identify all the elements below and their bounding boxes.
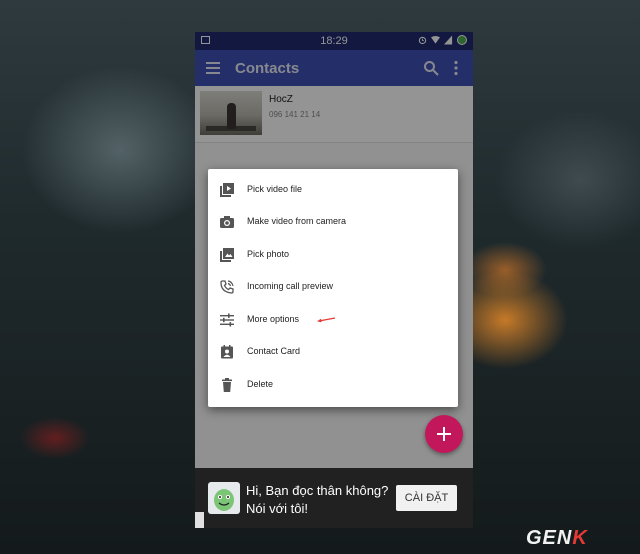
menu-item-pick-photo[interactable]: Pick photo: [208, 239, 458, 271]
menu-item-incoming-call-preview[interactable]: Incoming call preview: [208, 271, 458, 303]
camera-icon: [220, 216, 234, 228]
add-icon-stroke: [443, 427, 445, 441]
context-menu: Pick video file Make video from camera P…: [208, 169, 458, 407]
menu-item-make-video-from-camera[interactable]: Make video from camera: [208, 206, 458, 238]
watermark-accent: K: [572, 527, 588, 549]
add-fab-button[interactable]: [425, 415, 463, 453]
menu-item-contact-card[interactable]: Contact Card: [208, 336, 458, 368]
phone-call-icon: [220, 280, 234, 294]
ad-text: Hi, Bạn đọc thân không? Nói với tôi!: [246, 483, 389, 516]
watermark-main: GEN: [526, 527, 573, 549]
menu-item-label: Incoming call preview: [247, 281, 334, 291]
menu-item-pick-video-file[interactable]: Pick video file: [208, 174, 458, 206]
menu-item-label: Pick photo: [247, 249, 290, 259]
photo-icon: [220, 248, 234, 262]
annotation-arrow-icon: [317, 317, 336, 323]
ad-install-button[interactable]: CÀI ĐẶT: [396, 485, 457, 511]
phone-screen: 18:29 Contacts HocZ 096 141 21 14 Pick v…: [195, 32, 473, 528]
tune-icon: [220, 313, 234, 327]
menu-item-label: Pick video file: [247, 184, 303, 194]
menu-item-label: Delete: [247, 379, 274, 389]
video-file-icon: [220, 183, 234, 197]
ad-banner[interactable]: Hi, Bạn đọc thân không? Nói với tôi! CÀI…: [195, 468, 473, 528]
menu-item-label: Contact Card: [247, 346, 301, 356]
menu-item-delete[interactable]: Delete: [208, 369, 458, 401]
ad-mascot-icon: [214, 489, 234, 511]
ad-app-logo: [208, 482, 240, 514]
menu-item-label: More options: [247, 314, 300, 324]
menu-item-label: Make video from camera: [247, 216, 347, 226]
menu-item-more-options[interactable]: More options: [208, 304, 458, 336]
delete-icon: [222, 378, 232, 392]
genk-watermark-logo: GENK: [526, 527, 588, 550]
contact-card-icon: [221, 345, 233, 359]
ad-choices-icon[interactable]: [195, 512, 204, 528]
